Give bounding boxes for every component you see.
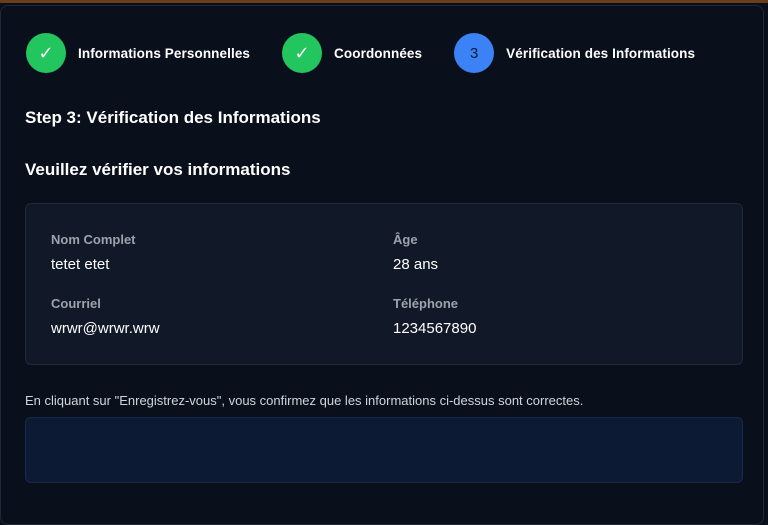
step-title: Step 3: Vérification des Informations — [25, 108, 321, 127]
step-1-check-icon: ✓ — [26, 33, 66, 73]
step-personal-info: ✓ Informations Personnelles — [26, 33, 250, 73]
info-summary-box: Nom Complet tetet etet Âge 28 ans Courri… — [25, 203, 743, 365]
full-name-field: Nom Complet tetet etet — [51, 232, 136, 273]
phone-value: 1234567890 — [393, 320, 477, 337]
email-field: Courriel wrwr@wrwr.wrw — [51, 296, 160, 337]
age-label: Âge — [393, 232, 418, 247]
window-top-edge — [0, 0, 768, 3]
email-value: wrwr@wrwr.wrw — [51, 320, 160, 337]
progress-stepper: ✓ Informations Personnelles ✓ Coordonnée… — [26, 33, 727, 73]
full-name-label: Nom Complet — [51, 232, 136, 247]
phone-field: Téléphone 1234567890 — [393, 296, 476, 337]
age-field: Âge 28 ans — [393, 232, 438, 273]
step-3-number: 3 — [454, 33, 495, 73]
step-2-label: Coordonnées — [334, 45, 423, 61]
age-value: 28 ans — [393, 256, 439, 273]
full-name-value: tetet etet — [51, 256, 110, 273]
email-label: Courriel — [51, 296, 101, 311]
step-2-check-icon: ✓ — [282, 33, 323, 73]
section-title: Veuillez vérifier vos informations — [25, 160, 291, 179]
step-1-label: Informations Personnelles — [78, 45, 251, 61]
phone-label: Téléphone — [393, 296, 459, 311]
step-verification: 3 Vérification des Informations — [454, 33, 695, 73]
confirmation-text: En cliquant sur "Enregistrez-vous", vous… — [25, 393, 584, 408]
notice-box — [25, 417, 743, 483]
step-3-label: Vérification des Informations — [506, 45, 696, 61]
step-contact-info: ✓ Coordonnées — [282, 33, 422, 73]
